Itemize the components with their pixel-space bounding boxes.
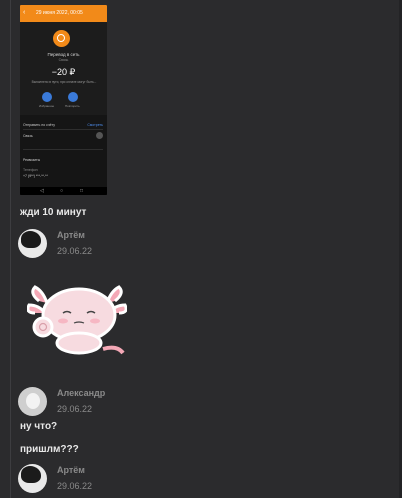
favorite-icon: [42, 92, 52, 102]
details-panel: Отправить по счёту Смотреть Связь Реквиз…: [20, 115, 107, 187]
author-name[interactable]: Артём: [57, 465, 85, 475]
panel-title: Отправить по счёту: [23, 123, 56, 127]
avatar[interactable]: [18, 464, 47, 493]
message-text: ну что?: [20, 421, 58, 432]
panel-link: Смотреть: [87, 123, 103, 127]
author-name[interactable]: Артём: [57, 230, 85, 240]
thread-rail: [10, 0, 11, 498]
repeat-label: Повторить: [65, 104, 80, 108]
message-text: пришлм???: [20, 444, 79, 455]
message-date: 29.06.22: [57, 481, 93, 491]
attached-screenshot[interactable]: ‹ 29 июня 2022, 00:05 Перевод в сеть Свя…: [20, 5, 107, 195]
favorite-label: Избранное: [39, 104, 55, 108]
message-date: 29.06.22: [57, 404, 93, 414]
nav-home-icon: ○: [60, 188, 64, 194]
operation-card: Перевод в сеть Связь −20 ₽ Выполнено в п…: [20, 22, 107, 115]
row-phone-label: Телефон: [23, 168, 38, 172]
row-phone-value: +7 (9**) ***-**-**: [23, 174, 48, 178]
avatar[interactable]: [18, 387, 47, 416]
message-date: 29.06.22: [57, 246, 93, 256]
nav-back-icon: ◁: [40, 188, 44, 194]
divider: [23, 149, 103, 150]
author-name[interactable]: Александр: [57, 388, 105, 398]
screenshot-date: 29 июня 2022, 00:05: [36, 10, 83, 16]
axolotl-ok-sticker[interactable]: [27, 283, 127, 355]
merchant-logo-icon: [53, 30, 70, 47]
repeat-icon: [68, 92, 78, 102]
merchant-subtitle: Связь: [58, 58, 69, 62]
operation-note: Выполнено в пути, при оплате могут быть.…: [31, 80, 97, 84]
amount: −20 ₽: [51, 67, 76, 77]
nav-recents-icon: □: [80, 188, 84, 194]
row-service: Связь: [23, 134, 33, 138]
android-nav-bar: ◁ ○ □: [20, 187, 107, 195]
row-details: Реквизиты: [23, 158, 41, 162]
divider: [23, 129, 103, 130]
merchant-name: Перевод в сеть: [47, 52, 80, 57]
avatar[interactable]: [18, 229, 47, 258]
message-text: жди 10 минут: [20, 207, 87, 218]
screenshot-header: ‹ 29 июня 2022, 00:05: [20, 5, 107, 22]
toggle-icon: [96, 132, 103, 139]
back-arrow-icon: ‹: [23, 9, 26, 16]
